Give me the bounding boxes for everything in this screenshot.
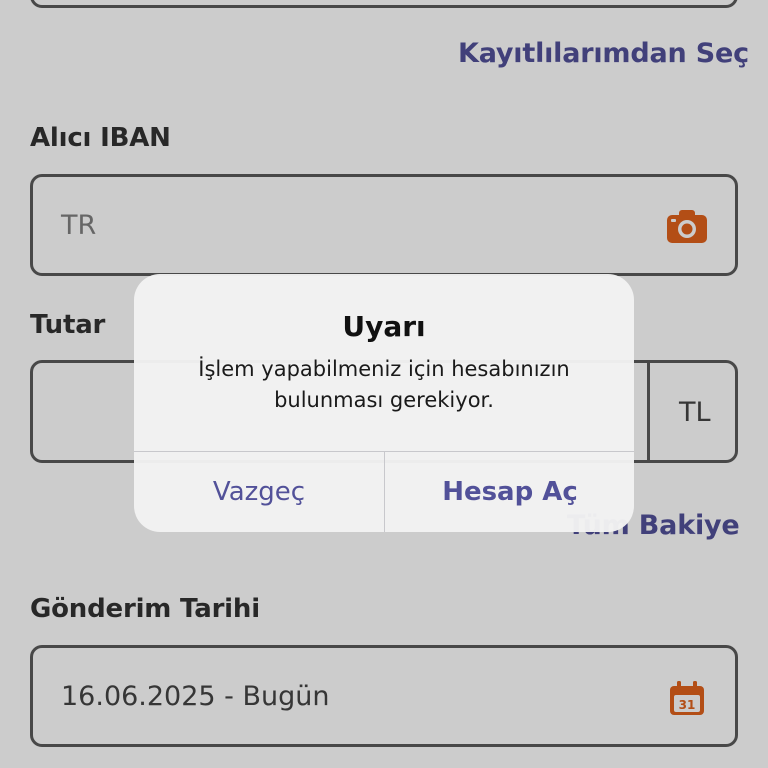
money-transfer-form: Kayıtlılarımdan Seç Alıcı IBAN TR Tutar … (0, 0, 768, 768)
open-account-button[interactable]: Hesap Aç (385, 452, 634, 532)
alert-dialog: Uyarı İşlem yapabilmeniz için hesabınızı… (134, 274, 634, 532)
alert-title: Uyarı (342, 310, 426, 343)
alert-message: İşlem yapabilmeniz için hesabınızın bulu… (198, 357, 570, 412)
cancel-button[interactable]: Vazgeç (134, 452, 384, 532)
